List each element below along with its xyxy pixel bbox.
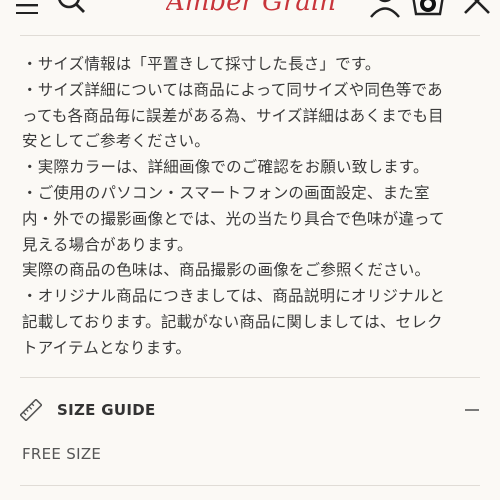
account-icon[interactable] xyxy=(368,0,402,18)
cart-icon[interactable] xyxy=(408,0,448,18)
notes-divider xyxy=(20,377,480,378)
note-line: っても各商品毎に誤差がある為、サイズ詳細はあくまでも目 xyxy=(22,106,444,125)
size-value: FREE SIZE xyxy=(22,445,102,463)
logo-text: Amber Grain xyxy=(166,0,336,14)
bottom-divider xyxy=(20,485,480,486)
product-detail-page: Amber Grain ・サイズ情報は「平置きして採寸した長さ」です。・サイズ詳… xyxy=(0,0,500,500)
note-line: ・サイズ情報は「平置きして採寸した長さ」です。 xyxy=(22,55,381,73)
note-line: 安としてご参考ください。 xyxy=(22,132,210,151)
size-notes: ・サイズ情報は「平置きして採寸した長さ」です。・サイズ詳細については商品によって… xyxy=(22,52,482,362)
note-line: トアイテムとなります。 xyxy=(22,338,192,357)
search-icon[interactable] xyxy=(56,0,86,14)
brand-logo[interactable]: Amber Grain xyxy=(166,0,336,14)
size-guide-accordion[interactable]: SIZE GUIDE xyxy=(20,392,480,430)
size-guide-title: SIZE GUIDE xyxy=(57,401,156,419)
note-line: 記載しております。記載がない商品に関しましては、セレク xyxy=(22,312,443,331)
ruler-icon xyxy=(20,399,42,421)
note-line: ・オリジナル商品につきましては、商品説明にオリジナルと xyxy=(22,287,446,306)
header-bar: Amber Grain xyxy=(0,0,500,18)
note-line: 見える場合があります。 xyxy=(22,235,193,254)
close-icon[interactable] xyxy=(462,0,492,16)
note-line: ・サイズ詳細については商品によって同サイズや同色等であ xyxy=(22,80,443,99)
note-line: 内・外での撮影画像とでは、光の当たり具合で色味が違って xyxy=(22,209,445,228)
note-line: ・ご使用のパソコン・スマートフォンの画面設定、また室 xyxy=(22,183,430,202)
menu-icon[interactable] xyxy=(14,0,40,14)
note-line: ・実際カラーは、詳細画像でのご確認をお願い致します。 xyxy=(22,158,429,177)
top-divider xyxy=(20,35,480,36)
collapse-icon[interactable] xyxy=(464,402,480,418)
note-line: 実際の商品の色味は、商品撮影の画像をご参照ください。 xyxy=(22,261,431,280)
